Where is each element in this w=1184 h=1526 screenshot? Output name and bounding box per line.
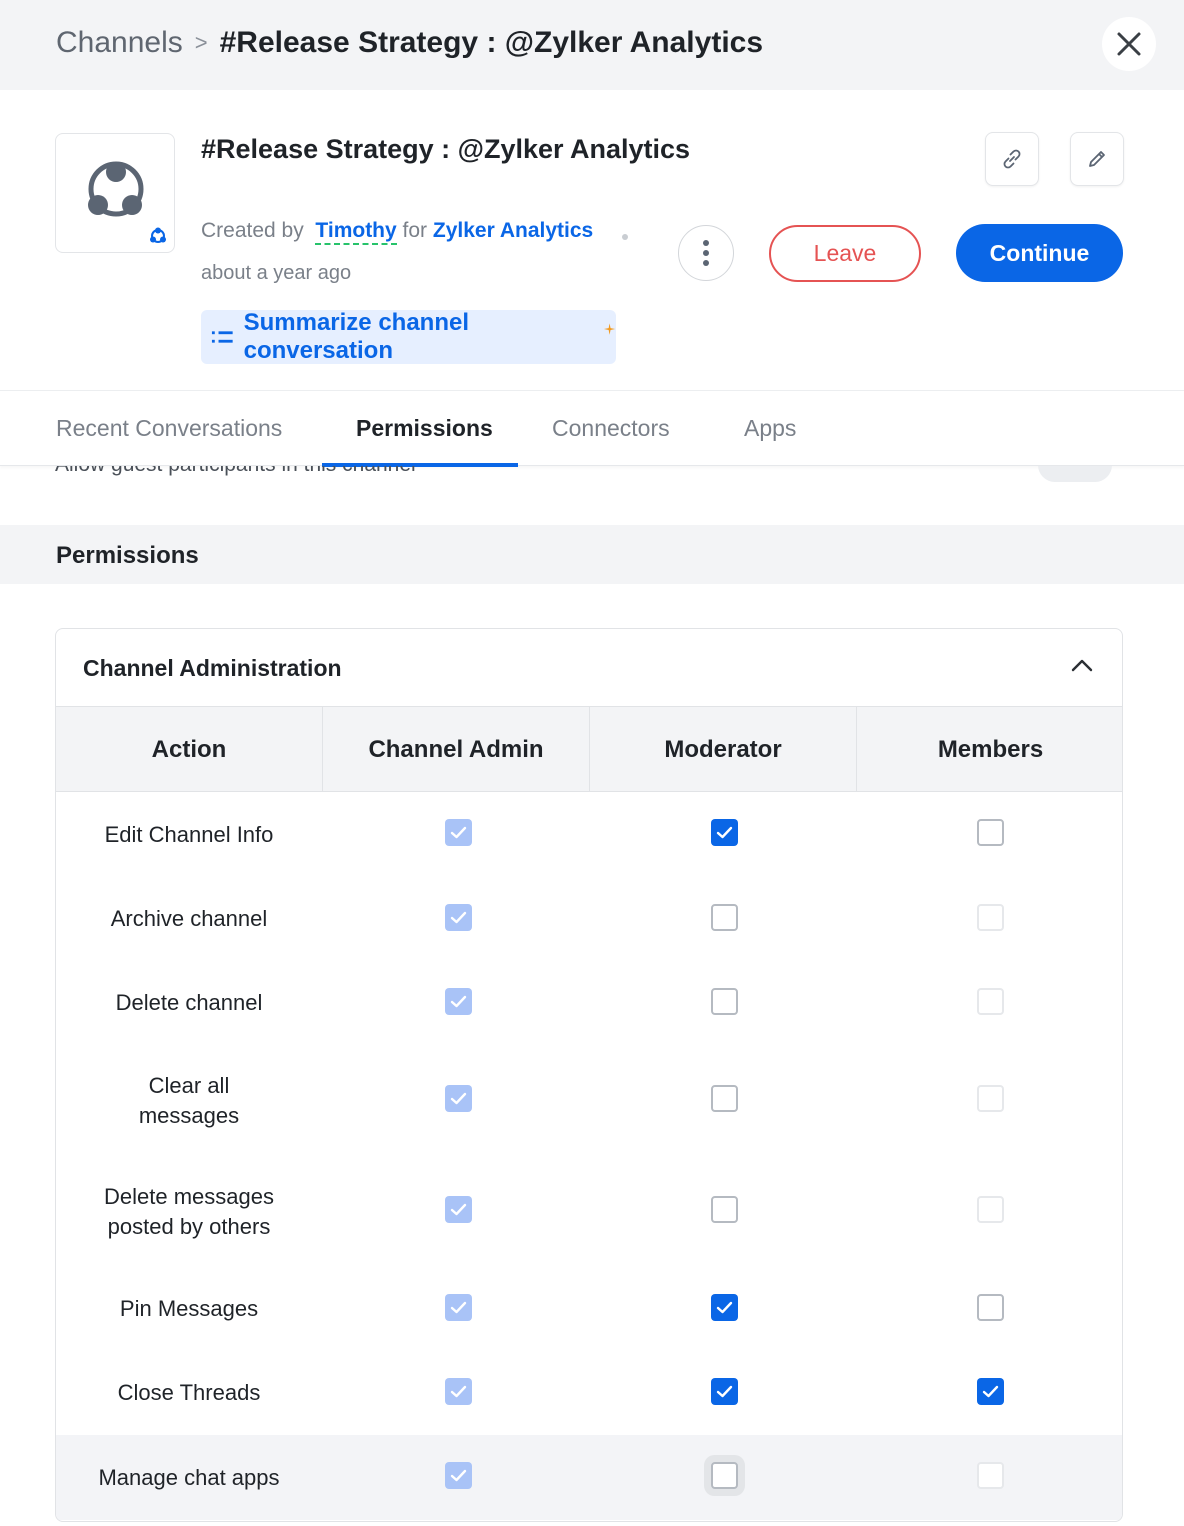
members-checkbox[interactable] (976, 1377, 1004, 1405)
action-label: Close Threads (117, 1380, 261, 1405)
table-row: Delete channel (56, 961, 1122, 1045)
moderator-checkbox[interactable] (710, 1196, 738, 1223)
action-label: Delete channel (115, 990, 263, 1015)
created-by-label: Created by (201, 219, 304, 242)
permissions-section-header: Permissions (0, 525, 1184, 584)
moderator-checkbox[interactable] (710, 819, 738, 846)
for-label: for (402, 219, 428, 242)
table-row: Manage chat apps (56, 1435, 1122, 1520)
guest-setting-label: Allow guest participants in this channel (55, 466, 416, 477)
members-checkbox (976, 903, 1004, 931)
table-row: Clear all messages (56, 1045, 1122, 1156)
leave-button[interactable]: Leave (769, 225, 921, 282)
breadcrumb-separator: > (194, 30, 208, 55)
channel-admin-checkbox (444, 1293, 472, 1321)
table-row: Archive channel (56, 877, 1122, 961)
org-link[interactable]: Zylker Analytics (433, 219, 593, 242)
moderator-checkbox[interactable] (710, 1377, 738, 1405)
guest-setting-toggle[interactable] (1038, 466, 1112, 482)
permissions-section-title: Permissions (56, 542, 199, 569)
channel-admin-checkbox (444, 903, 472, 931)
breadcrumb-channels-link[interactable]: Channels (56, 26, 183, 60)
link-icon (1003, 149, 1021, 169)
members-checkbox (976, 1085, 1004, 1112)
chevron-up-icon[interactable] (1070, 657, 1094, 673)
channel-administration-card: Channel Administration Action Channel Ad… (55, 628, 1123, 1522)
more-options-button[interactable] (678, 225, 734, 281)
guest-setting-row: Allow guest participants in this channel (0, 466, 1184, 488)
action-label: Edit Channel Info (104, 821, 274, 847)
tab-connectors[interactable]: Connectors (552, 415, 670, 442)
channel-administration-title: Channel Administration (83, 655, 342, 681)
table-row: Pin Messages (56, 1267, 1122, 1351)
summarize-label: Summarize channel conversation (243, 309, 470, 364)
table-row: Delete messages posted by others (56, 1156, 1122, 1267)
tab-permissions[interactable]: Permissions (356, 415, 493, 442)
action-label: Archive channel (110, 906, 268, 931)
column-header-channel-admin: Channel Admin (323, 707, 590, 792)
channel-type-icon (150, 227, 166, 243)
breadcrumb-current: #Release Strategy : @Zylker Analytics (219, 26, 764, 59)
action-label: Pin Messages (119, 1296, 259, 1321)
moderator-checkbox[interactable] (710, 903, 738, 931)
moderator-checkbox[interactable] (710, 1293, 738, 1321)
members-checkbox[interactable] (976, 1293, 1004, 1321)
moderator-checkbox[interactable] (710, 1085, 738, 1112)
channel-title: #Release Strategy : @Zylker Analytics (201, 134, 691, 164)
moderator-checkbox[interactable] (710, 987, 738, 1015)
action-label: Clear all messages (138, 1072, 240, 1128)
created-time: about a year ago (201, 262, 352, 284)
channel-admin-checkbox (444, 1377, 472, 1405)
copy-link-button[interactable] (985, 132, 1039, 186)
channel-admin-checkbox (444, 1085, 472, 1112)
header-bar: Channels > #Release Strategy : @Zylker A… (0, 0, 1184, 90)
members-checkbox (976, 987, 1004, 1015)
channel-admin-checkbox (444, 987, 472, 1015)
sparkle-icon (603, 323, 616, 335)
separator-dot (622, 234, 628, 240)
edit-channel-button[interactable] (1070, 132, 1124, 186)
channel-admin-checkbox (444, 819, 472, 846)
action-label: Manage chat apps (98, 1464, 280, 1490)
summarize-button[interactable]: Summarize channel conversation (201, 309, 616, 364)
channel-administration-header[interactable]: Channel Administration (56, 629, 1122, 707)
creator-link[interactable]: Timothy (315, 219, 397, 245)
table-row: Edit Channel Info (56, 792, 1122, 877)
permissions-table-header: Action Channel Admin Moderator Members (56, 707, 1122, 792)
channel-meta: Created by Timothy for Zylker Analytics (201, 219, 593, 245)
continue-button[interactable]: Continue (956, 224, 1123, 282)
pencil-icon (1089, 151, 1105, 167)
table-row: Close Threads (56, 1351, 1122, 1435)
channel-admin-checkbox (444, 1196, 472, 1223)
column-header-action: Action (56, 707, 323, 792)
list-icon (211, 331, 233, 343)
tab-recent-conversations[interactable]: Recent Conversations (56, 415, 282, 442)
members-checkbox[interactable] (976, 819, 1004, 846)
column-header-moderator: Moderator (590, 707, 857, 792)
tab-apps[interactable]: Apps (744, 415, 796, 442)
members-checkbox (976, 1196, 1004, 1223)
action-label: Delete messages posted by others (104, 1183, 274, 1239)
column-header-members: Members (937, 735, 1044, 763)
close-icon (1117, 32, 1141, 56)
members-checkbox (976, 1462, 1004, 1489)
more-vertical-icon (703, 240, 709, 266)
close-button[interactable] (1102, 17, 1156, 71)
tab-bar: Recent Conversations Permissions Connect… (0, 390, 1184, 467)
breadcrumb: Channels > #Release Strategy : @Zylker A… (56, 26, 763, 60)
channel-avatar (55, 133, 175, 253)
moderator-checkbox[interactable] (710, 1462, 738, 1489)
channel-admin-checkbox (444, 1462, 472, 1489)
